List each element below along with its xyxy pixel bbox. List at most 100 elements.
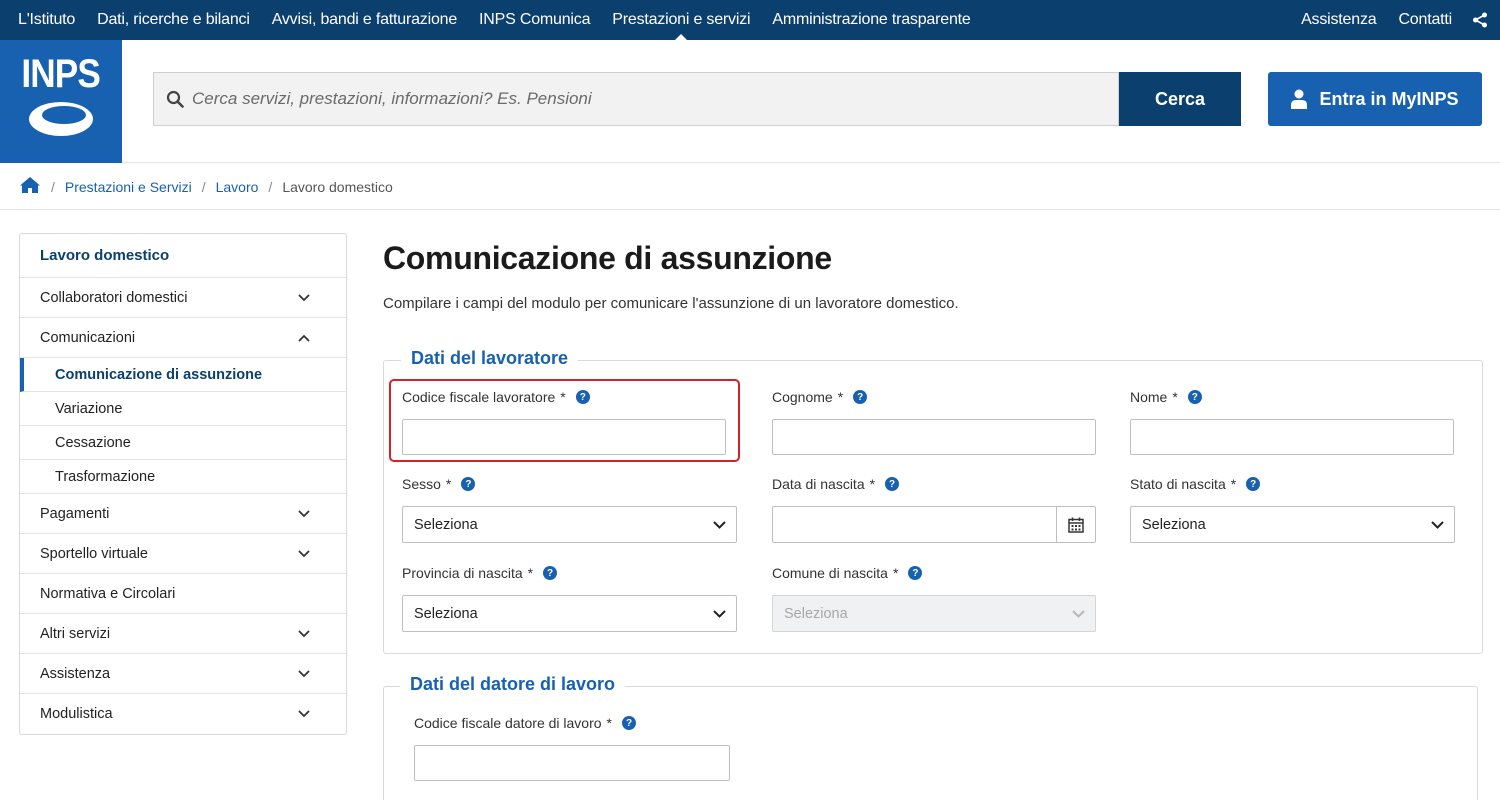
chevron-up-icon: [298, 332, 310, 344]
page-intro: Compilare i campi del modulo per comunic…: [383, 295, 959, 312]
sidebar-subitem-trasformazione[interactable]: Trasformazione: [20, 460, 346, 494]
codice-fiscale-datore-label: Codice fiscale datore di lavoro: [414, 715, 602, 731]
help-icon[interactable]: ?: [908, 566, 923, 580]
nav-item-contatti[interactable]: Contatti: [1398, 0, 1452, 40]
logo-mark-icon: [29, 102, 93, 136]
sidebar-item-normativa[interactable]: Normativa e Circolari: [20, 574, 346, 614]
sidebar-item-label: Comunicazioni: [40, 329, 136, 346]
provincia-nascita-select[interactable]: Seleziona: [402, 595, 737, 632]
sidebar-item-altri-servizi[interactable]: Altri servizi: [20, 614, 346, 654]
help-icon[interactable]: ?: [885, 477, 900, 491]
data-nascita-input[interactable]: [772, 506, 1096, 543]
required-mark: *: [869, 476, 876, 492]
help-icon[interactable]: ?: [622, 716, 636, 730]
cognome-input[interactable]: [772, 419, 1096, 455]
chevron-down-icon: [298, 508, 310, 520]
comune-nascita-label: Comune di nascita: [772, 565, 888, 581]
chevron-down-icon: [298, 548, 310, 560]
breadcrumb: / Prestazioni e Servizi / Lavoro / Lavor…: [0, 164, 1500, 210]
sidebar-subitem-cessazione[interactable]: Cessazione: [20, 426, 346, 460]
sidebar-item-label: Trasformazione: [55, 468, 156, 485]
help-icon[interactable]: ?: [461, 477, 476, 491]
home-icon[interactable]: [19, 176, 41, 197]
breadcrumb-current: Lavoro domestico: [282, 178, 393, 195]
sesso-field: Sesso * ? Seleziona: [402, 474, 737, 543]
sidebar-item-pagamenti[interactable]: Pagamenti: [20, 494, 346, 534]
breadcrumb-lavoro[interactable]: Lavoro: [216, 179, 259, 195]
stato-nascita-select-value: Seleziona: [1142, 516, 1206, 533]
sidebar-item-sportello[interactable]: Sportello virtuale: [20, 534, 346, 574]
search-button[interactable]: Cerca: [1119, 72, 1241, 126]
login-button-label: Entra in MyINPS: [1319, 88, 1459, 109]
sidebar-item-modulistica[interactable]: Modulistica: [20, 694, 346, 734]
page-title: Comunicazione di assunzione: [383, 240, 832, 276]
search-bar: Cerca: [153, 72, 1241, 126]
sidebar-title[interactable]: Lavoro domestico: [20, 234, 346, 278]
chevron-down-icon: [1072, 606, 1085, 622]
chevron-down-icon: [713, 606, 726, 622]
stato-nascita-label: Stato di nascita: [1130, 476, 1226, 492]
sidebar-subitem-assunzione[interactable]: Comunicazione di assunzione: [20, 358, 346, 392]
chevron-down-icon: [298, 708, 310, 720]
sidebar-item-comunicazioni[interactable]: Comunicazioni: [20, 318, 346, 358]
cognome-field: Cognome * ?: [772, 387, 1096, 455]
sesso-label: Sesso: [402, 476, 441, 492]
nome-label: Nome: [1130, 389, 1168, 405]
focus-highlight: [389, 379, 740, 462]
breadcrumb-prestazioni-servizi[interactable]: Prestazioni e Servizi: [65, 179, 192, 195]
nav-item-dati-ricerche[interactable]: Dati, ricerche e bilanci: [97, 0, 250, 40]
site-header: INPS Cerca Entra in MyINPS: [0, 40, 1500, 163]
sidebar-item-assistenza[interactable]: Assistenza: [20, 654, 346, 694]
search-input[interactable]: [192, 89, 1092, 109]
sidebar-item-label: Assistenza: [40, 665, 111, 682]
nav-item-prestazioni-servizi[interactable]: Prestazioni e servizi: [612, 0, 751, 40]
stato-nascita-select[interactable]: Seleziona: [1130, 506, 1455, 543]
sesso-select[interactable]: Seleziona: [402, 506, 737, 543]
required-mark: *: [892, 565, 899, 581]
sidebar-item-collaboratori[interactable]: Collaboratori domestici: [20, 278, 346, 318]
required-mark: *: [606, 715, 612, 731]
search-box: [153, 72, 1119, 126]
comune-nascita-select: Seleziona: [772, 595, 1096, 632]
sidebar-item-label: Sportello virtuale: [40, 545, 148, 562]
comune-nascita-select-value: Seleziona: [784, 605, 848, 622]
breadcrumb-separator: /: [51, 178, 55, 195]
sidebar-item-label: Modulistica: [40, 706, 113, 722]
sidebar-item-label: Normativa e Circolari: [40, 585, 176, 602]
provincia-nascita-field: Provincia di nascita * ? Seleziona: [402, 563, 737, 632]
nome-field: Nome * ?: [1130, 387, 1454, 455]
sidebar-title-label: Lavoro domestico: [40, 247, 170, 264]
login-myinps-button[interactable]: Entra in MyINPS: [1268, 72, 1482, 126]
help-icon[interactable]: ?: [1187, 390, 1202, 404]
sidebar-menu: Lavoro domestico Collaboratori domestici…: [19, 233, 347, 735]
sidebar-item-label: Collaboratori domestici: [40, 289, 188, 306]
help-icon[interactable]: ?: [1246, 477, 1261, 491]
nav-item-avvisi-bandi[interactable]: Avvisi, bandi e fatturazione: [272, 0, 458, 40]
share-icon[interactable]: [1460, 0, 1500, 40]
sidebar-item-label: Variazione: [55, 400, 123, 417]
sidebar-subitem-variazione[interactable]: Variazione: [20, 392, 346, 426]
calendar-icon[interactable]: [1056, 507, 1095, 542]
chevron-down-icon: [1431, 517, 1444, 533]
required-mark: *: [1230, 476, 1237, 492]
required-mark: *: [1172, 389, 1178, 405]
data-nascita-label: Data di nascita: [772, 476, 865, 492]
nome-input[interactable]: [1130, 419, 1454, 455]
sidebar-item-label: Cessazione: [55, 434, 131, 451]
codice-fiscale-datore-input[interactable]: [414, 745, 730, 781]
nav-item-assistenza[interactable]: Assistenza: [1301, 0, 1377, 40]
inps-logo[interactable]: INPS: [0, 40, 122, 163]
nav-item-istituto[interactable]: L'Istituto: [18, 0, 75, 40]
nav-item-inps-comunica[interactable]: INPS Comunica: [479, 0, 590, 40]
sidebar-item-label: Altri servizi: [40, 625, 111, 642]
breadcrumb-separator: /: [268, 178, 273, 195]
nav-item-amministrazione-trasparente[interactable]: Amministrazione trasparente: [772, 0, 970, 40]
help-icon[interactable]: ?: [543, 566, 558, 580]
cognome-label: Cognome: [772, 389, 833, 405]
help-icon[interactable]: ?: [853, 390, 868, 404]
required-mark: *: [527, 565, 534, 581]
required-mark: *: [837, 389, 844, 405]
employer-data-legend: Dati del datore di lavoro: [400, 674, 626, 695]
top-navigation: L'Istituto Dati, ricerche e bilanci Avvi…: [0, 0, 1500, 40]
data-nascita-field: Data di nascita * ?: [772, 474, 1096, 543]
